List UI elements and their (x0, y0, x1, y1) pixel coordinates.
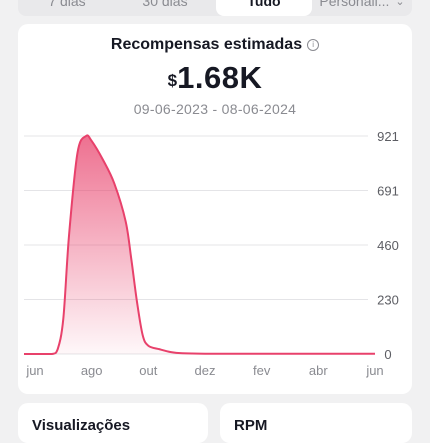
rewards-chart: 921 691 460 230 0 jun ago out dez fev abr jun (24, 129, 399, 378)
views-label: Visualizações (32, 417, 131, 434)
x-tick-label: fev (253, 363, 271, 378)
x-tick-label: out (139, 363, 157, 378)
x-tick-label: jun (25, 363, 43, 378)
y-tick-label: 691 (377, 184, 399, 199)
x-tick-label: dez (195, 363, 216, 378)
views-card[interactable]: Visualizações (18, 403, 208, 443)
x-tick-label: abr (309, 363, 328, 378)
rpm-card[interactable]: RPM (220, 403, 412, 443)
x-tick-label: jun (365, 363, 383, 378)
x-tick-label: ago (81, 363, 103, 378)
y-tick-label: 460 (377, 238, 399, 253)
y-tick-label: 0 (384, 347, 391, 362)
rpm-label: RPM (234, 417, 268, 434)
y-tick-label: 230 (377, 293, 399, 308)
y-tick-label: 921 (377, 129, 399, 144)
